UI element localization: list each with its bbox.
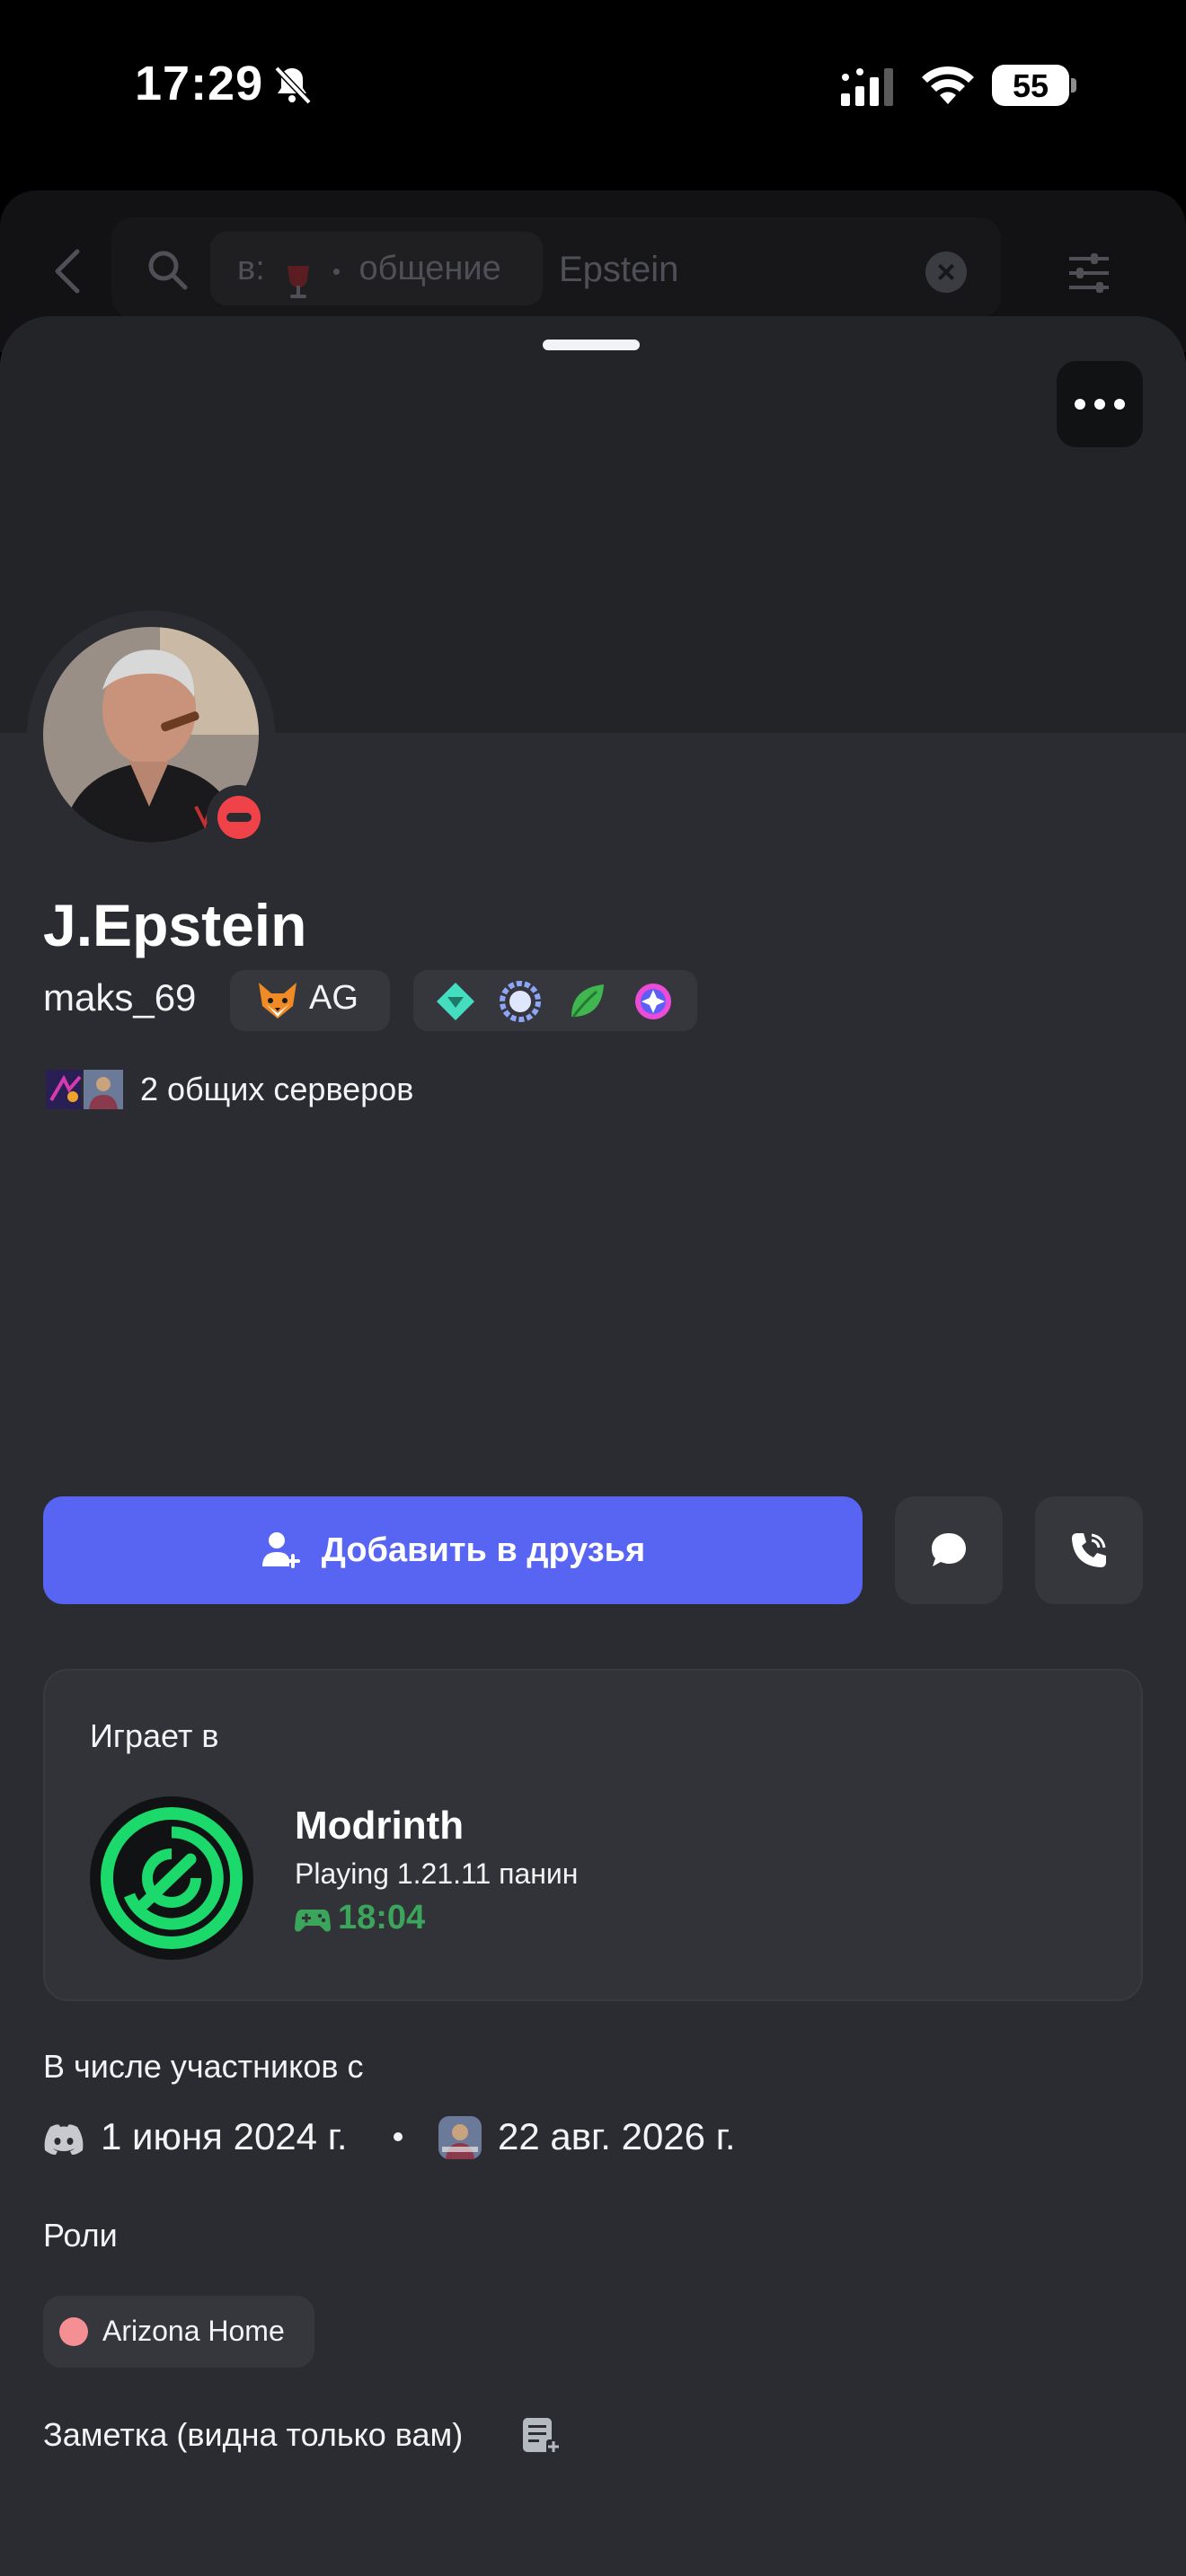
sheet-grabber[interactable]	[543, 340, 640, 350]
username[interactable]: maks_69	[43, 976, 196, 1019]
search-filter-chip[interactable]: в: • общение	[210, 232, 543, 305]
role-color-dot	[59, 2317, 88, 2346]
search-icon	[148, 251, 188, 290]
gamepad-icon	[295, 1910, 331, 1932]
separator-dot	[394, 2132, 403, 2141]
role-chip[interactable]: Arizona Home	[43, 2296, 314, 2368]
more-dot-icon	[1114, 399, 1125, 410]
wifi-icon	[922, 66, 974, 104]
server-tag-chip[interactable]: AG	[230, 970, 390, 1031]
discord-join-date: 1 июня 2024 г.	[101, 2115, 348, 2157]
display-name: J.Epstein	[43, 892, 307, 958]
badges-container	[413, 970, 697, 1031]
status-time: 17:29	[135, 57, 264, 110]
mutual-servers-text: 2 общих серверов	[140, 1071, 414, 1107]
more-dot-icon	[1075, 399, 1085, 410]
mutual-server-icons	[43, 1067, 126, 1114]
activity-state: Playing 1.21.11 панин	[295, 1857, 579, 1890]
modrinth-icon	[90, 1796, 253, 1960]
server-join-date: 22 авг. 2026 г.	[498, 2115, 736, 2157]
more-options-button[interactable]	[1057, 361, 1143, 447]
back-icon[interactable]	[50, 246, 83, 296]
activity-elapsed-time: 18:04	[338, 1899, 426, 1936]
activity-card[interactable]: Играет в Modrinth Playing 1.21.11 панин …	[43, 1669, 1143, 2001]
voice-call-button[interactable]	[1035, 1496, 1143, 1604]
activity-header: Играет в	[90, 1717, 219, 1754]
leaf-badge-icon[interactable]	[566, 981, 607, 1022]
roles-title: Роли	[43, 2217, 118, 2254]
battery-level: 55	[1012, 67, 1049, 104]
add-friend-label: Добавить в друзья	[321, 1531, 646, 1569]
search-input[interactable]: в: • общение Epstein ×	[111, 217, 1001, 318]
search-query-text: Epstein	[559, 250, 679, 289]
add-friend-button[interactable]: Добавить в друзья	[43, 1496, 863, 1604]
server-icon	[438, 2116, 482, 2159]
chip-prefix: в:	[237, 250, 265, 287]
battery-indicator: 55	[992, 65, 1076, 106]
note-title[interactable]: Заметка (видна только вам)	[43, 2416, 463, 2454]
more-dot-icon	[1094, 399, 1105, 410]
wine-glass-icon	[283, 252, 314, 298]
status-bar: 17:29 55	[0, 0, 1186, 180]
profile-screen: 17:29 55 в: • общение Epstein × J.Epstei…	[0, 0, 1186, 2576]
bell-off-icon	[274, 66, 312, 105]
dnd-status-icon	[207, 785, 271, 850]
server-icon	[81, 1067, 126, 1112]
chip-separator: •	[332, 258, 341, 285]
hypesquad-balance-icon[interactable]	[435, 981, 476, 1022]
cellular-signal-icon	[841, 68, 893, 106]
profile-sheet: J.Epstein maks_69 AG Добавить в друзья И…	[0, 316, 1186, 2576]
role-label: Arizona Home	[102, 2315, 285, 2347]
member-since-title: В числе участников с	[43, 2048, 364, 2085]
server-tag-text: AG	[309, 979, 358, 1017]
phone-icon	[1072, 1533, 1106, 1567]
battery-tip	[1071, 78, 1076, 93]
activity-name: Modrinth	[295, 1804, 465, 1848]
chat-bubble-icon	[932, 1533, 966, 1566]
discord-logo-icon	[44, 2124, 84, 2155]
avatar-frame[interactable]	[27, 611, 275, 859]
clear-search-button[interactable]: ×	[925, 251, 967, 293]
add-user-icon	[261, 1532, 300, 1568]
fox-icon	[259, 983, 296, 1019]
add-note-icon[interactable]	[519, 2414, 562, 2457]
filter-sliders-icon[interactable]	[1066, 250, 1112, 296]
nitro-badge-icon[interactable]	[633, 981, 674, 1022]
quest-badge-icon[interactable]	[500, 981, 541, 1022]
message-button[interactable]	[895, 1496, 1003, 1604]
chip-channel: общение	[358, 250, 501, 287]
